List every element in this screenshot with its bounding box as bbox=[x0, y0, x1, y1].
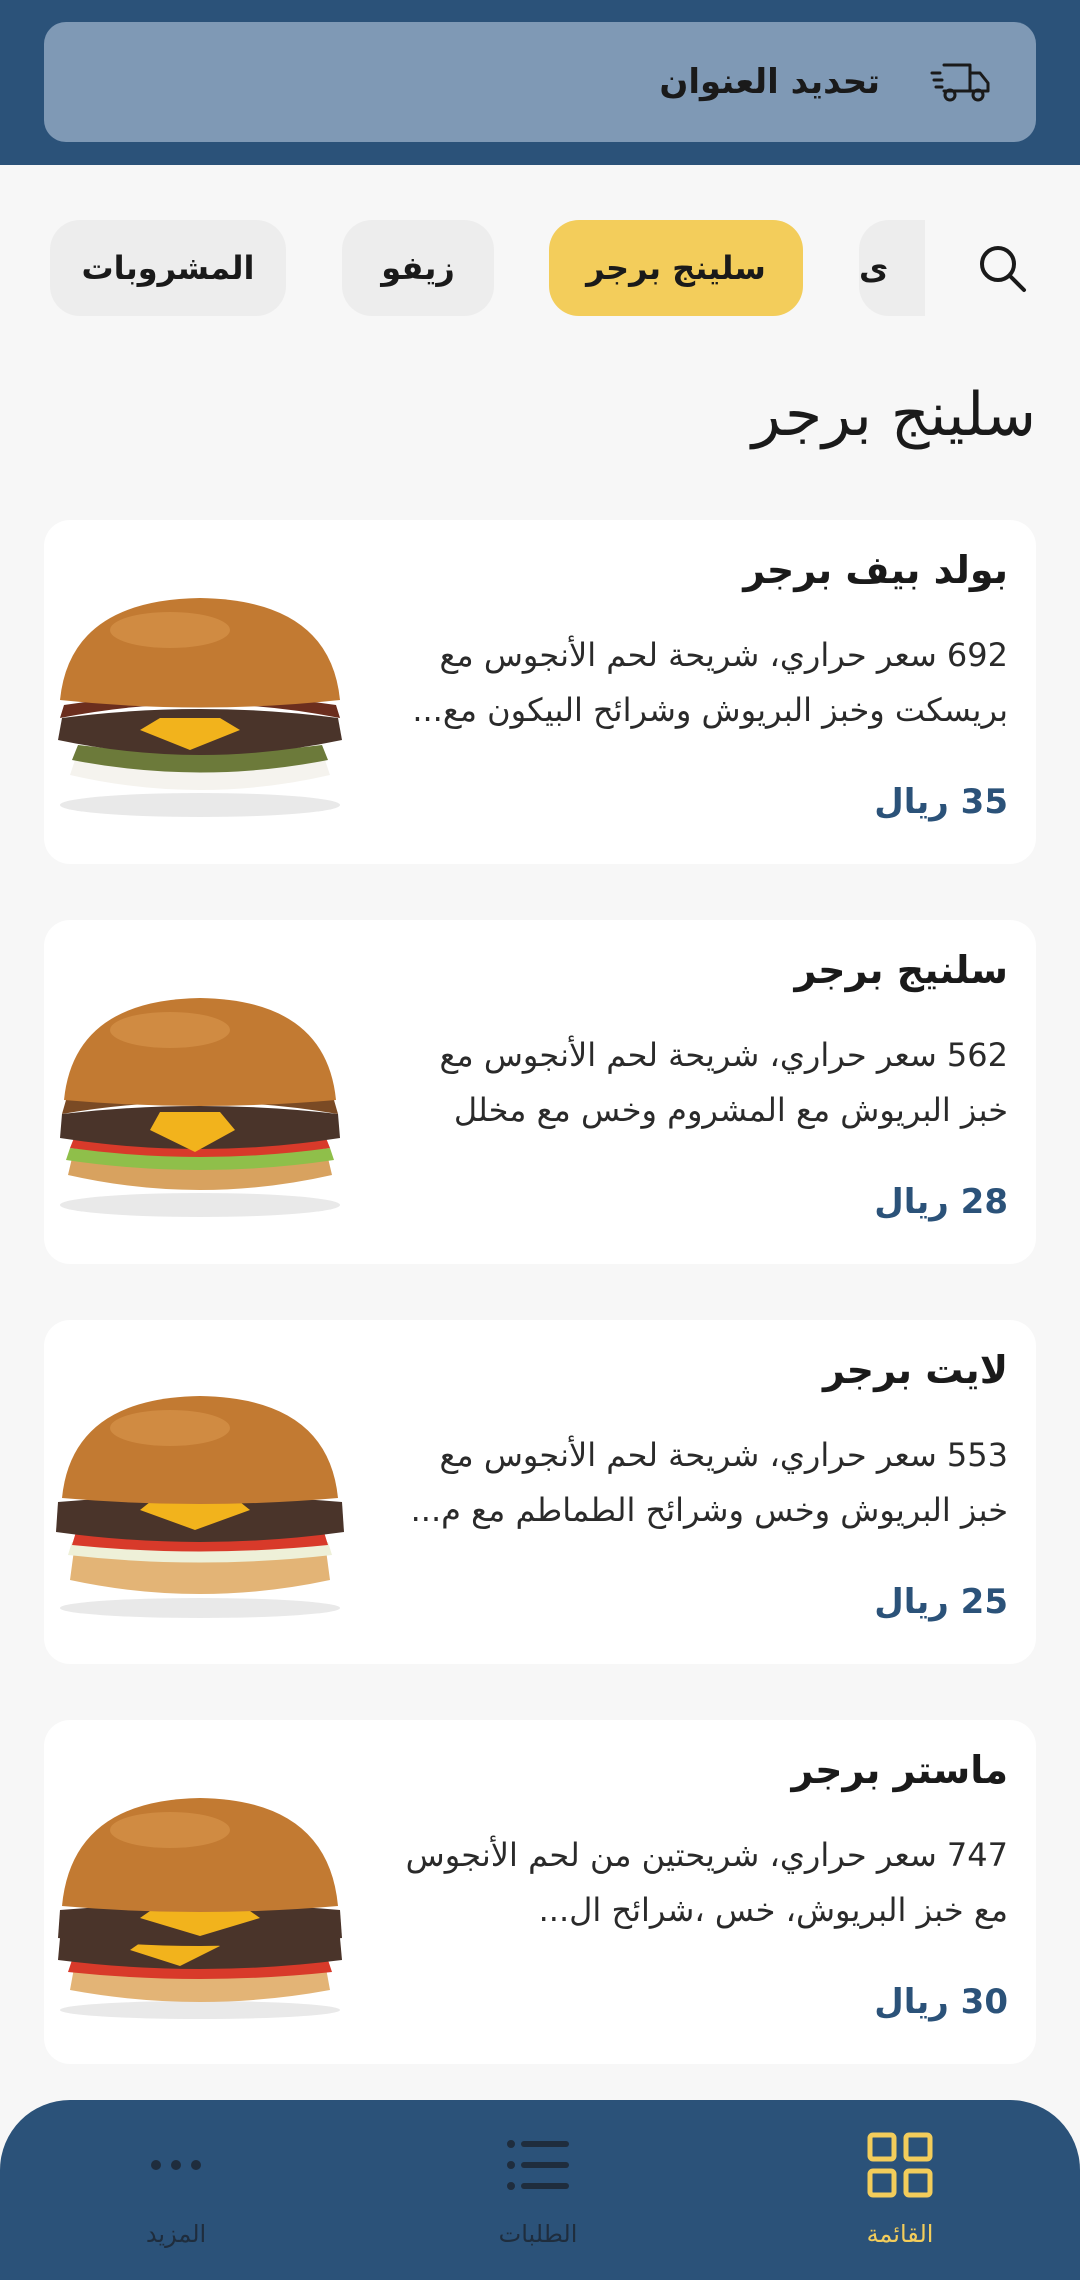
burger-image bbox=[58, 598, 342, 817]
bottom-navigation: المزيد الطلبات القائمة bbox=[0, 2100, 1080, 2280]
nav-label: المزيد bbox=[145, 2220, 207, 2248]
top-header: تحديد العنوان bbox=[0, 0, 1080, 165]
product-name: ماستر برجر bbox=[791, 1748, 1008, 1792]
nav-item-menu[interactable]: القائمة bbox=[800, 2130, 1000, 2260]
burger-image bbox=[58, 1798, 342, 2019]
category-chip-label: ى bbox=[859, 249, 889, 287]
product-description: 562 سعر حراري، شريحة لحم الأنجوس مع خبز … bbox=[439, 1036, 1008, 1129]
product-name: بولد بيف برجر bbox=[743, 548, 1008, 592]
category-chip-label: المشروبات bbox=[81, 249, 255, 287]
burger-image bbox=[56, 1396, 344, 1618]
section-title: سلينج برجر bbox=[751, 380, 1036, 450]
delivery-truck-icon bbox=[930, 63, 990, 102]
product-card[interactable]: بولد بيف برجر 692 سعر حراري، شريحة لحم ا… bbox=[44, 520, 1036, 864]
category-chip-label: زيفو bbox=[381, 249, 455, 287]
product-description: 692 سعر حراري، شريحة لحم الأنجوس مع بريس… bbox=[412, 636, 1008, 729]
category-chip-sling-burger[interactable]: سلينج برجر bbox=[549, 220, 803, 316]
product-price: 28 ريال bbox=[874, 1182, 1008, 1222]
category-bar: المشروبات زيفو سلينج برجر ى bbox=[0, 220, 1080, 316]
category-chip-label: سلينج برجر bbox=[586, 249, 766, 287]
product-card[interactable]: سلنيج برجر 562 سعر حراري، شريحة لحم الأن… bbox=[44, 920, 1036, 1264]
grid-menu-icon bbox=[867, 2132, 933, 2198]
list-icon bbox=[507, 2140, 569, 2190]
nav-label: الطلبات bbox=[498, 2220, 578, 2248]
product-price: 25 ريال bbox=[874, 1582, 1008, 1622]
product-name: سلنيج برجر bbox=[794, 948, 1008, 992]
product-card[interactable]: لايت برجر 553 سعر حراري، شريحة لحم الأنج… bbox=[44, 1320, 1036, 1664]
product-card[interactable]: ماستر برجر 747 سعر حراري، شريحتين من لحم… bbox=[44, 1720, 1036, 2064]
nav-item-orders[interactable]: الطلبات bbox=[438, 2130, 638, 2260]
product-price: 30 ريال bbox=[874, 1982, 1008, 2022]
product-description: 553 سعر حراري، شريحة لحم الأنجوس مع خبز … bbox=[410, 1436, 1008, 1529]
address-label: تحديد العنوان bbox=[659, 62, 880, 102]
nav-label: القائمة bbox=[866, 2220, 934, 2248]
nav-item-more[interactable]: المزيد bbox=[76, 2130, 276, 2260]
set-address-button[interactable]: تحديد العنوان bbox=[44, 22, 1036, 142]
category-chip-partial[interactable]: ى bbox=[859, 220, 925, 316]
product-description: 747 سعر حراري، شريحتين من لحم الأنجوس مع… bbox=[405, 1836, 1008, 1929]
product-name: لايت برجر bbox=[823, 1348, 1008, 1392]
category-chip-zevo[interactable]: زيفو bbox=[342, 220, 494, 316]
more-dots-icon bbox=[151, 2160, 201, 2170]
search-icon[interactable] bbox=[972, 238, 1032, 298]
product-price: 35 ريال bbox=[874, 782, 1008, 822]
category-chip-drinks[interactable]: المشروبات bbox=[50, 220, 286, 316]
burger-image bbox=[60, 998, 340, 1217]
